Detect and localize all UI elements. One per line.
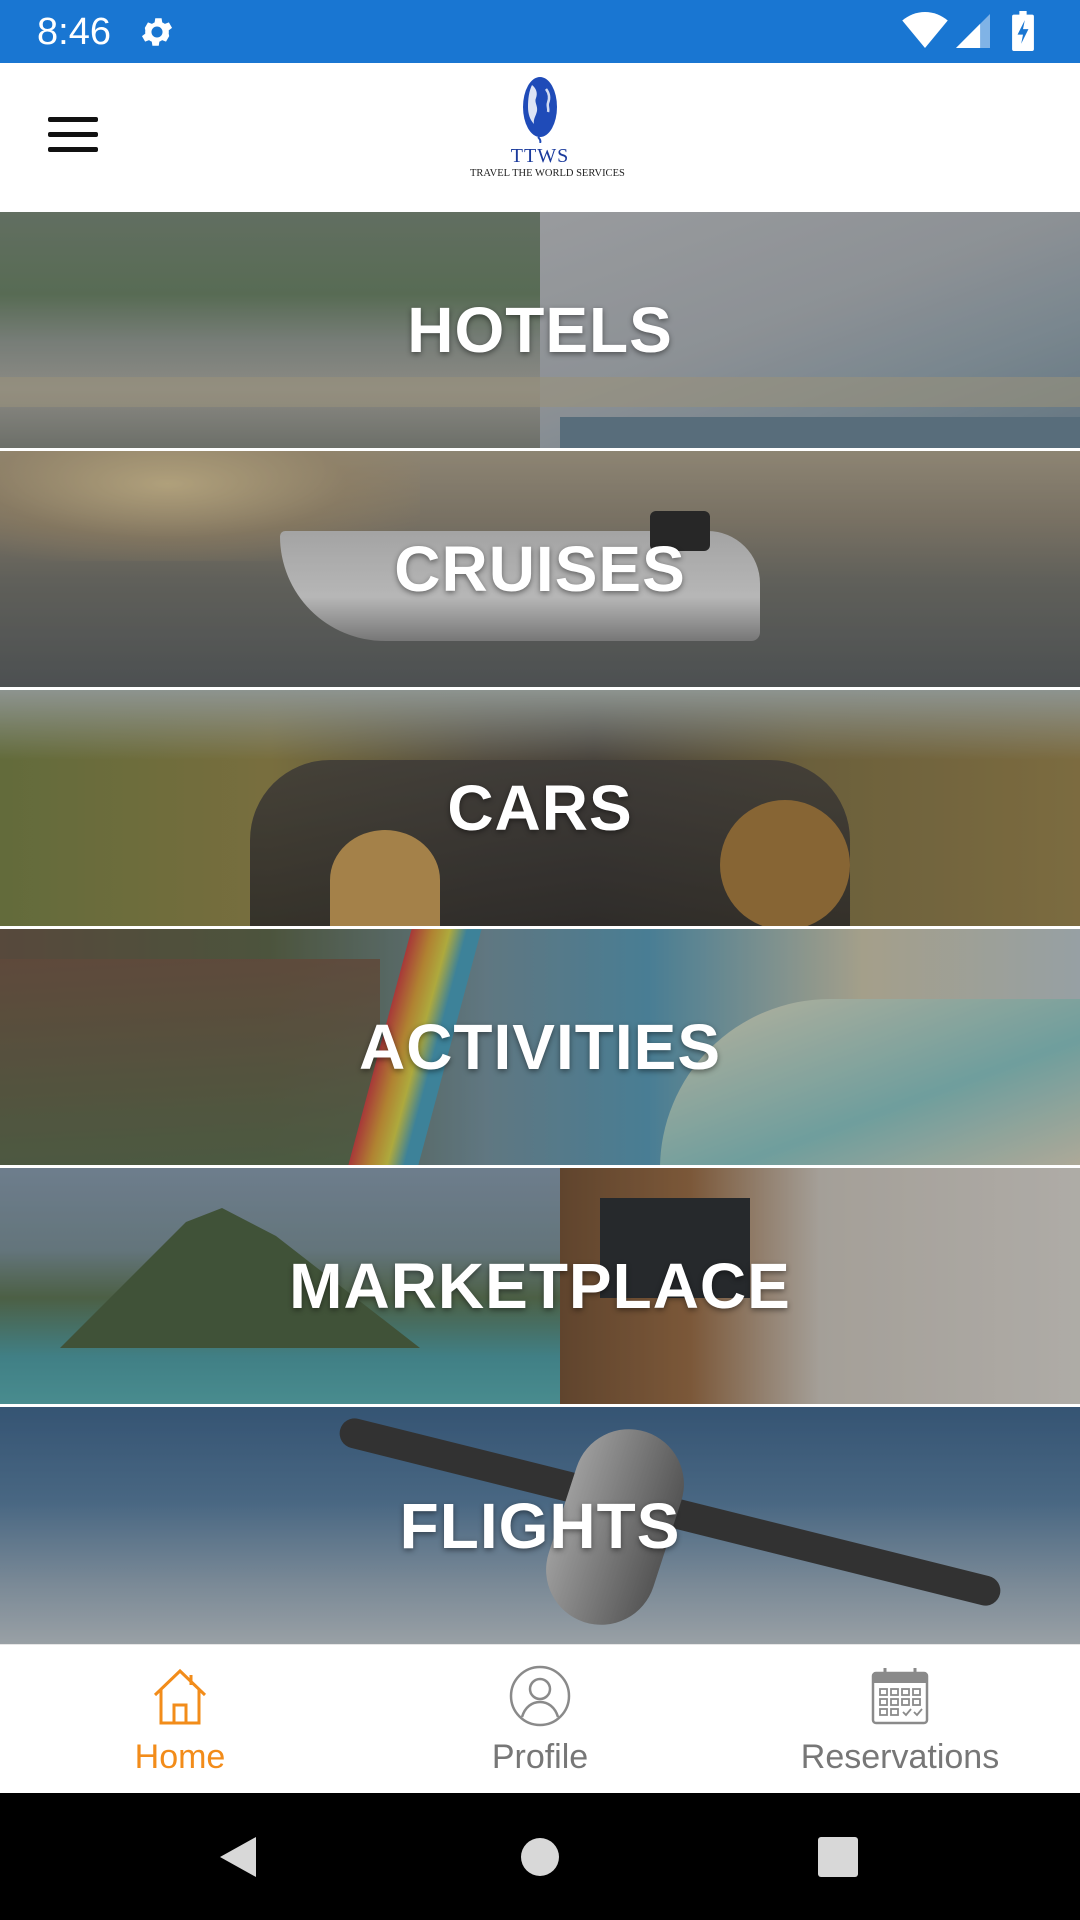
category-label: FLIGHTS xyxy=(399,1489,681,1562)
home-icon xyxy=(153,1668,207,1725)
nav-item-profile[interactable]: Profile xyxy=(360,1645,720,1794)
category-tile-hotels[interactable]: HOTELS xyxy=(0,212,1080,451)
bottom-navigation: Home Profile Reservations xyxy=(0,1644,1080,1794)
user-icon xyxy=(509,1665,571,1727)
back-icon[interactable] xyxy=(216,1833,260,1881)
status-time: 8:46 xyxy=(37,11,111,53)
category-tile-flights[interactable]: FLIGHTS xyxy=(0,1407,1080,1644)
category-tile-cars[interactable]: CARS xyxy=(0,690,1080,929)
category-label: HOTELS xyxy=(407,294,673,366)
category-tile-activities[interactable]: ACTIVITIES xyxy=(0,929,1080,1168)
cell-signal-icon xyxy=(956,14,990,48)
nav-item-reservations[interactable]: Reservations xyxy=(720,1645,1080,1794)
hamburger-menu-icon[interactable] xyxy=(44,113,102,157)
app-bar: TTWS TRAVEL THE WORLD SERVICES xyxy=(0,63,1080,212)
app-logo: TTWS TRAVEL THE WORLD SERVICES xyxy=(470,75,625,203)
globe-icon xyxy=(523,77,557,143)
category-label: ACTIVITIES xyxy=(358,1011,722,1083)
nav-item-home[interactable]: Home xyxy=(0,1645,360,1794)
category-list: HOTELS CRUISES CARS ACTIVITIES MARKETPLA… xyxy=(0,212,1080,1644)
wifi-icon xyxy=(902,12,948,48)
category-label: MARKETPLACE xyxy=(289,1250,791,1322)
category-label: CRUISES xyxy=(394,533,686,605)
system-navigation-bar xyxy=(0,1793,1080,1920)
status-icons xyxy=(902,11,1042,52)
battery-charging-icon xyxy=(1012,11,1034,51)
nav-label-reservations: Reservations xyxy=(800,1738,1000,1776)
status-bar: 8:46 xyxy=(0,0,1080,63)
nav-label-home: Home xyxy=(134,1738,226,1776)
home-circle-icon[interactable] xyxy=(520,1833,560,1881)
logo-abbreviation: TTWS xyxy=(510,145,570,167)
category-label: CARS xyxy=(447,772,633,844)
settings-gear-icon xyxy=(141,18,173,46)
logo-company-name: TRAVEL THE WORLD SERVICES xyxy=(470,168,625,179)
category-tile-marketplace[interactable]: MARKETPLACE xyxy=(0,1168,1080,1407)
category-tile-cruises[interactable]: CRUISES xyxy=(0,451,1080,690)
calendar-icon xyxy=(871,1668,929,1725)
recents-square-icon[interactable] xyxy=(818,1833,858,1881)
nav-label-profile: Profile xyxy=(491,1738,589,1776)
